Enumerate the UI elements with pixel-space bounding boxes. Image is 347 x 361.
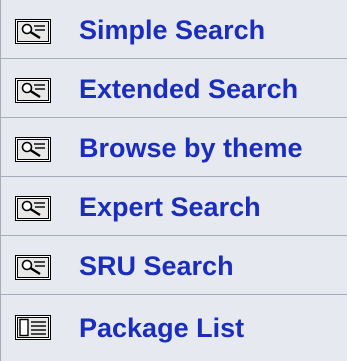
magnifier-icon	[15, 19, 51, 44]
menu-item-label[interactable]: Extended Search	[79, 73, 298, 105]
menu-item-label[interactable]: Expert Search	[79, 191, 261, 223]
menu-item-label[interactable]: Simple Search	[79, 14, 265, 46]
magnifier-icon	[15, 137, 51, 162]
menu-item-browse-by-theme[interactable]: Browse by theme	[1, 118, 347, 177]
menu-item-extended-search[interactable]: Extended Search	[1, 59, 347, 118]
menu-item-label[interactable]: SRU Search	[79, 250, 234, 282]
magnifier-icon	[15, 196, 51, 221]
menu-item-expert-search[interactable]: Expert Search	[1, 177, 347, 236]
magnifier-icon	[15, 78, 51, 103]
menu-item-sru-search[interactable]: SRU Search	[1, 236, 347, 295]
menu-item-simple-search[interactable]: Simple Search	[1, 0, 347, 59]
menu-item-package-list[interactable]: Package List	[1, 295, 347, 361]
magnifier-icon	[15, 255, 51, 280]
menu-item-label[interactable]: Browse by theme	[79, 132, 303, 164]
menu-item-label[interactable]: Package List	[79, 312, 244, 344]
search-navigation-menu: Simple Search Extended Search Browse by …	[0, 0, 347, 361]
package-list-icon	[15, 315, 51, 340]
